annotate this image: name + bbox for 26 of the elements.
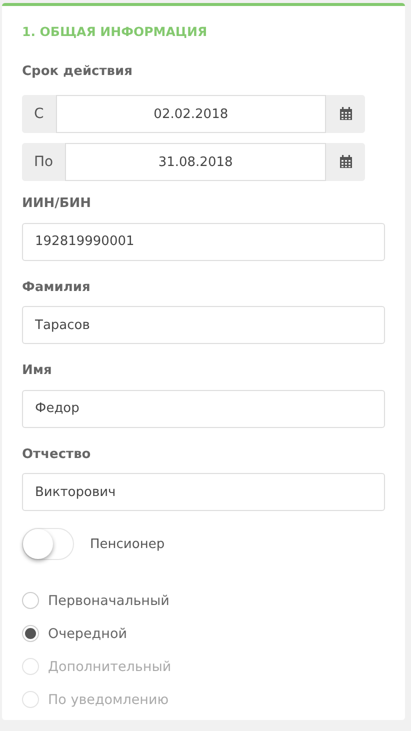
radio-button[interactable]	[22, 592, 39, 610]
text-field[interactable]: Тарасов	[22, 306, 385, 344]
radio-label[interactable]: Очередной	[48, 624, 127, 644]
calendar-button[interactable]	[326, 143, 365, 182]
calendar-icon	[338, 155, 352, 170]
date-prefix: По	[22, 143, 66, 182]
field-label: Срок действия	[22, 62, 134, 81]
date-field[interactable]: 31.08.2018	[65, 143, 326, 182]
radio-label: Дополнительный	[48, 658, 172, 677]
field-label: ИИН/БИН	[22, 195, 92, 214]
date-prefix: С	[22, 95, 56, 134]
radio-button[interactable]	[22, 625, 39, 642]
calendar-button[interactable]	[326, 95, 365, 134]
text-field[interactable]: Викторович	[22, 473, 385, 512]
field-label: Фамилия	[22, 278, 92, 297]
radio-label[interactable]: Первоначальный	[48, 590, 170, 611]
field-label: Имя	[22, 362, 53, 380]
toggle-switch[interactable]	[22, 528, 74, 560]
text-field[interactable]: Федор	[22, 390, 385, 428]
calendar-icon	[338, 107, 352, 122]
date-field[interactable]: 02.02.2018	[56, 95, 326, 134]
field-label: Отчество	[22, 446, 92, 464]
radio-label: По уведомлению	[48, 690, 169, 710]
text-field[interactable]: 192819990001	[22, 222, 385, 261]
section-title: 1. ОБЩАЯ ИНФОРМАЦИЯ	[22, 23, 208, 41]
toggle-label: Пенсионер	[90, 536, 165, 554]
